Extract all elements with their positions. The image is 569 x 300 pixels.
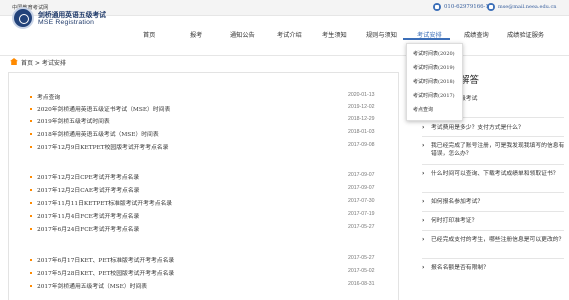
- list-item-title[interactable]: 2017年11月11日KETPET标准版考试开考考点名录: [37, 198, 172, 207]
- dropdown-item-venue-query[interactable]: 考点查询: [413, 106, 433, 113]
- list-item-date: 2017-07-19: [348, 211, 375, 217]
- list-item-date: 2020-01-13: [348, 92, 375, 98]
- phone-number: 010-62979166-1: [444, 4, 489, 10]
- chevron-right-icon: ›: [422, 198, 425, 205]
- nav-item-results[interactable]: 成绩查询: [464, 30, 489, 39]
- faq-item-text[interactable]: 什么时间可以查询、下载考试成绩单和领取证书？: [431, 170, 567, 178]
- bullet-icon: [30, 285, 32, 287]
- bullet-icon: [30, 202, 32, 204]
- list-item[interactable]: 2017年剑桥通用五级考试（MSE）时间表 2016-08-31: [30, 281, 375, 291]
- chevron-right-icon: ›: [422, 264, 425, 271]
- logo-icon[interactable]: [12, 7, 34, 29]
- chevron-right-icon: ›: [422, 170, 425, 177]
- bullet-icon: [30, 189, 32, 191]
- list-item-date: 2017-05-02: [348, 268, 375, 274]
- list-item-date: 2017-09-08: [348, 142, 375, 148]
- bullet-icon: [30, 96, 32, 98]
- breadcrumb: 首页 > 考试安排: [21, 60, 66, 67]
- list-item[interactable]: 2020年剑桥通用英语五级证书考试（MSE）时间表 2019-12-02: [30, 104, 375, 114]
- active-nav-indicator: [403, 38, 450, 40]
- bullet-icon: [30, 272, 32, 274]
- chevron-right-icon: ›: [422, 217, 425, 224]
- bullet-icon: [30, 133, 32, 135]
- list-item-date: 2017-09-07: [348, 185, 375, 191]
- nav-item-register[interactable]: 报考: [190, 30, 202, 39]
- list-item[interactable]: 2017年5月28日KET、PET校园版考试开考考点名录 2017-05-02: [30, 268, 375, 278]
- list-item[interactable]: 2017年12月2日CAE考试开考考点名录 2017-09-07: [30, 185, 375, 195]
- list-item-title[interactable]: 2017年12月2日CPE考试开考考点名录: [37, 172, 139, 181]
- list-item-title[interactable]: 2017年12月9日KETPET校园版考试开考考点名录: [37, 142, 168, 151]
- list-item-title[interactable]: 考点查询: [37, 92, 60, 101]
- nav-item-rules[interactable]: 规则与须知: [366, 30, 397, 39]
- faq-divider: [422, 258, 564, 259]
- faq-divider: [422, 136, 564, 137]
- bullet-icon: [30, 215, 32, 217]
- home-icon: [10, 58, 18, 65]
- list-item[interactable]: 2017年6月17日KET、PET标准版考试开考考点名录 2017-05-27: [30, 255, 375, 265]
- faq-item-text[interactable]: 考试费用是多少？支付方式是什么？: [431, 124, 567, 132]
- bullet-icon: [30, 146, 32, 148]
- bullet-icon: [30, 176, 32, 178]
- mail-icon: [487, 3, 495, 11]
- list-item[interactable]: 2017年12月9日KETPET校园版考试开考考点名录 2017-09-08: [30, 142, 375, 152]
- list-item-title[interactable]: 2018年剑桥通用英语五级考试（MSE）时间表: [37, 129, 159, 138]
- list-item-title[interactable]: 2017年11月4日FCE考试开考考点名录: [37, 211, 139, 220]
- dropdown-item-schedule-2018[interactable]: 考试时间表(2018): [413, 78, 455, 85]
- dropdown-item-schedule-2019[interactable]: 考试时间表(2019): [413, 64, 455, 71]
- dropdown-item-schedule-2020[interactable]: 考试时间表(2020): [413, 50, 455, 57]
- faq-item-text[interactable]: 如何报名参加考试？: [431, 198, 567, 206]
- chevron-right-icon: ›: [422, 142, 425, 149]
- list-item-date: 2017-09-07: [348, 172, 375, 178]
- chevron-right-icon: ›: [422, 124, 425, 131]
- list-item-date: 2017-05-27: [348, 224, 375, 230]
- bullet-icon: [30, 259, 32, 261]
- faq-item-text[interactable]: 我已经完成了账号注册，可是我发现我填写的信息有错误，怎么办？: [431, 142, 567, 158]
- nav-item-verification[interactable]: 成绩验证服务: [507, 30, 544, 39]
- list-item-title[interactable]: 2017年6月24日FCE考试开考考点名录: [37, 224, 139, 233]
- dropdown-item-schedule-2017[interactable]: 考试时间表(2017): [413, 92, 455, 99]
- nav-item-home[interactable]: 首页: [143, 30, 155, 39]
- exam-schedule-dropdown: 考试时间表(2020) 考试时间表(2019) 考试时间表(2018) 考试时间…: [406, 43, 463, 121]
- brand-title-en[interactable]: MSE Registration: [38, 19, 94, 26]
- list-item[interactable]: 2017年6月24日FCE考试开考考点名录 2017-05-27: [30, 224, 375, 234]
- faq-item-text[interactable]: 报名名额是否有限制？: [431, 264, 567, 272]
- list-item-date: 2016-08-31: [348, 281, 375, 287]
- list-item[interactable]: 2017年11月11日KETPET标准版考试开考考点名录 2017-07-30: [30, 198, 375, 208]
- faq-divider: [422, 192, 564, 193]
- faq-divider: [422, 211, 564, 212]
- list-item[interactable]: 2018年剑桥通用英语五级考试（MSE）时间表 2018-01-03: [30, 129, 375, 139]
- list-item[interactable]: 2017年11月4日FCE考试开考考点名录 2017-07-19: [30, 211, 375, 221]
- faq-item-text[interactable]: 已经完成支付的考生，哪些注册信息是可以更改的？: [431, 236, 567, 244]
- list-item[interactable]: 考点查询 2020-01-13: [30, 92, 375, 102]
- email-address[interactable]: mse@mail.neea.edu.cn: [498, 4, 556, 10]
- chevron-right-icon: ›: [422, 236, 425, 243]
- bullet-icon: [30, 120, 32, 122]
- bullet-icon: [30, 108, 32, 110]
- phone-contact: 010-62979166-1: [433, 3, 489, 11]
- list-item[interactable]: 2017年12月2日CPE考试开考考点名录 2017-09-07: [30, 172, 375, 182]
- list-item[interactable]: 2019年剑桥五级考试时间表 2018-12-29: [30, 116, 375, 126]
- list-item-date: 2017-05-27: [348, 255, 375, 261]
- list-item-title[interactable]: 2017年5月28日KET、PET校园版考试开考考点名录: [37, 268, 174, 277]
- nav-item-candidate-notes[interactable]: 考生须知: [322, 30, 347, 39]
- bullet-icon: [30, 228, 32, 230]
- faq-item-text[interactable]: 何时打印准考证？: [431, 217, 567, 225]
- phone-icon: [433, 3, 441, 11]
- list-item-title[interactable]: 2017年剑桥通用五级考试（MSE）时间表: [37, 281, 147, 290]
- list-item-date: 2019-12-02: [348, 104, 375, 110]
- list-item-date: 2017-07-30: [348, 198, 375, 204]
- nav-item-notices[interactable]: 通知公告: [230, 30, 255, 39]
- nav-item-exam-intro[interactable]: 考试介绍: [277, 30, 302, 39]
- email-contact: mse@mail.neea.edu.cn: [487, 3, 556, 11]
- list-item-date: 2018-01-03: [348, 129, 375, 135]
- faq-divider: [422, 164, 564, 165]
- faq-divider: [422, 230, 564, 231]
- list-item-title[interactable]: 2020年剑桥通用英语五级证书考试（MSE）时间表: [37, 104, 170, 113]
- list-item-title[interactable]: 2017年6月17日KET、PET标准版考试开考考点名录: [37, 255, 174, 264]
- list-item-title[interactable]: 2017年12月2日CAE考试开考考点名录: [37, 185, 139, 194]
- brand-title-cn[interactable]: 剑桥通用英语五级考试: [38, 9, 106, 19]
- list-item-title[interactable]: 2019年剑桥五级考试时间表: [37, 116, 110, 125]
- list-item-date: 2018-12-29: [348, 116, 375, 122]
